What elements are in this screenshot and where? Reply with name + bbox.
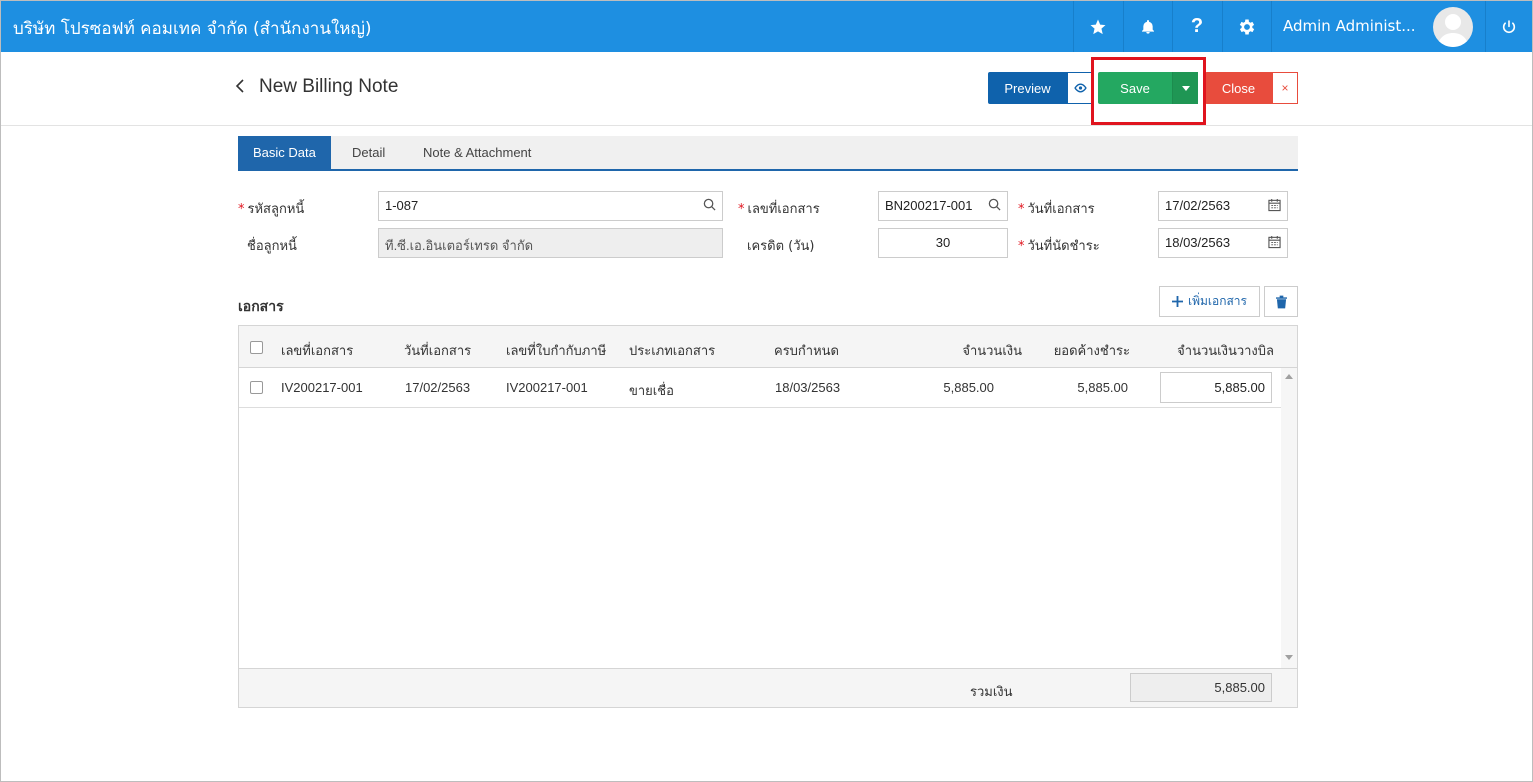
save-highlight-box <box>1091 57 1206 125</box>
close-icon: × <box>1281 81 1289 95</box>
help-icon: ? <box>1190 15 1204 37</box>
favorites-button[interactable] <box>1073 1 1122 52</box>
top-bar: บริษัท โปรซอฟท์ คอมเทค จำกัด (สำนักงานให… <box>1 1 1532 52</box>
col-doc-date[interactable]: วันที่เอกสาร <box>404 340 471 361</box>
col-tax-no[interactable]: เลขที่ใบกำกับภาษี <box>506 340 606 361</box>
table-footer: รวมเงิน 5,885.00 <box>239 668 1297 707</box>
customer-code-label: * รหัสลูกหนี้ <box>238 202 305 217</box>
close-button[interactable]: Close <box>1205 72 1272 104</box>
col-billing-amount[interactable]: จำนวนเงินวางบิล <box>1164 340 1274 361</box>
row-checkbox[interactable] <box>250 381 263 394</box>
power-icon <box>1502 19 1516 33</box>
customer-code-field[interactable]: 1-087 <box>378 191 723 221</box>
billing-amount-input[interactable]: 5,885.00 <box>1160 372 1272 403</box>
help-button[interactable]: ? <box>1172 1 1221 52</box>
col-doc-no[interactable]: เลขที่เอกสาร <box>281 340 353 361</box>
cell-due: 18/03/2563 <box>775 380 841 395</box>
customer-name-label: ชื่อลูกหนี้ <box>247 239 297 254</box>
settings-button[interactable] <box>1222 1 1271 52</box>
gear-icon <box>1239 19 1255 34</box>
documents-section-title: เอกสาร <box>238 299 284 315</box>
search-icon[interactable] <box>988 198 1001 211</box>
user-name: Admin Administ... <box>1283 17 1416 35</box>
tab-detail[interactable]: Detail <box>337 136 400 169</box>
col-amount[interactable]: จำนวนเงิน <box>939 340 1022 361</box>
credit-label: เครดิต (วัน) <box>747 239 815 254</box>
preview-eye-button[interactable] <box>1067 72 1093 104</box>
due-date-label: * วันที่นัดชำระ <box>1018 239 1100 254</box>
close-x-button[interactable]: × <box>1272 72 1298 104</box>
add-document-button[interactable]: เพิ่มเอกสาร <box>1159 286 1260 317</box>
trash-icon <box>1275 295 1287 308</box>
total-label: รวมเงิน <box>970 685 1013 700</box>
credit-field[interactable]: 30 <box>878 228 1008 258</box>
total-value: 5,885.00 <box>1130 673 1272 702</box>
logout-button[interactable] <box>1485 1 1532 52</box>
chevron-left-icon <box>235 79 244 93</box>
company-name: บริษัท โปรซอฟท์ คอมเทค จำกัด (สำนักงานให… <box>13 19 372 39</box>
delete-document-button[interactable] <box>1264 286 1298 317</box>
back-button[interactable] <box>235 78 245 97</box>
page-header: New Billing Note <box>1 52 1532 126</box>
calendar-icon[interactable] <box>1268 198 1281 212</box>
doc-date-field[interactable]: 17/02/2563 <box>1158 191 1288 221</box>
tab-basic-data[interactable]: Basic Data <box>238 136 331 169</box>
tab-bar: Basic Data Detail Note & Attachment <box>238 136 1298 171</box>
scroll-up-icon[interactable] <box>1285 374 1293 379</box>
scroll-down-icon[interactable] <box>1285 655 1293 660</box>
table-header: เลขที่เอกสาร วันที่เอกสาร เลขที่ใบกำกับภ… <box>239 326 1297 368</box>
table-row[interactable]: IV200217-001 17/02/2563 IV200217-001 ขาย… <box>239 368 1281 408</box>
select-all-checkbox[interactable] <box>250 341 263 354</box>
col-doc-type[interactable]: ประเภทเอกสาร <box>629 340 715 361</box>
doc-no-field[interactable]: BN200217-001 <box>878 191 1008 221</box>
tab-note-attachment[interactable]: Note & Attachment <box>408 136 546 169</box>
doc-date-label: * วันที่เอกสาร <box>1018 202 1095 217</box>
cell-doc-date: 17/02/2563 <box>405 380 471 395</box>
plus-icon <box>1171 296 1183 307</box>
col-outstanding[interactable]: ยอดค้างชำระ <box>1049 340 1130 361</box>
notifications-button[interactable] <box>1123 1 1172 52</box>
table-scrollbar[interactable] <box>1281 368 1297 668</box>
eye-icon <box>1073 83 1087 93</box>
cell-doc-type: ขายเชื่อ <box>629 383 674 398</box>
cell-outstanding: 5,885.00 <box>1077 380 1128 395</box>
due-date-field[interactable]: 18/03/2563 <box>1158 228 1288 258</box>
page-title: New Billing Note <box>259 76 399 97</box>
search-icon[interactable] <box>703 198 716 211</box>
star-icon <box>1090 19 1106 34</box>
bell-icon <box>1142 19 1154 34</box>
documents-table: เลขที่เอกสาร วันที่เอกสาร เลขที่ใบกำกับภ… <box>238 325 1298 708</box>
calendar-icon[interactable] <box>1268 235 1281 249</box>
preview-button[interactable]: Preview <box>988 72 1067 104</box>
customer-name-field: ที.ซี.เอ.อินเตอร์เทรด จำกัด <box>378 228 723 258</box>
cell-tax-no: IV200217-001 <box>506 380 588 395</box>
col-due[interactable]: ครบกำหนด <box>774 340 839 361</box>
cell-doc-no: IV200217-001 <box>281 380 363 395</box>
cell-amount: 5,885.00 <box>943 380 994 395</box>
avatar[interactable] <box>1433 7 1473 47</box>
doc-no-label: * เลขที่เอกสาร <box>738 202 820 217</box>
